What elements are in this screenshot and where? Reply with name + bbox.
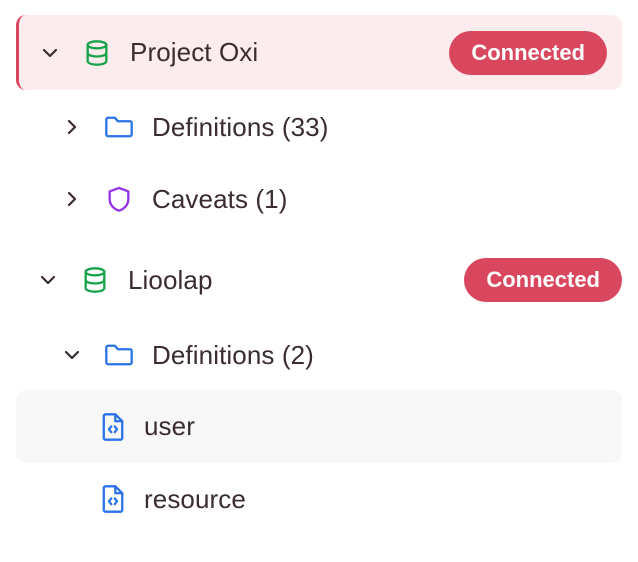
user-label: user — [144, 411, 195, 441]
tree-node-definitions-project-oxi[interactable]: Definitions (33) — [60, 108, 328, 146]
database-icon — [80, 265, 110, 295]
tree-node-resource[interactable]: resource — [16, 480, 246, 518]
tree-node-project-oxi[interactable]: Project Oxi Connected — [16, 15, 622, 90]
folder-icon — [104, 112, 134, 142]
chevron-down-icon[interactable] — [36, 268, 60, 292]
status-badge: Connected — [464, 258, 622, 302]
status-badge: Connected — [449, 30, 607, 75]
chevron-right-icon[interactable] — [60, 115, 84, 139]
folder-icon — [104, 340, 134, 370]
resource-label: resource — [144, 483, 246, 514]
chevron-right-icon[interactable] — [60, 187, 84, 211]
caveats-label: Caveats (1) — [152, 183, 288, 214]
file-code-icon — [98, 412, 128, 442]
database-icon — [82, 38, 112, 68]
definitions-label: Definitions (33) — [152, 111, 329, 142]
tree-node-definitions-lioolap[interactable]: Definitions (2) — [60, 336, 314, 374]
shield-icon — [104, 184, 134, 214]
definitions-label: Definitions (2) — [152, 339, 314, 370]
project-oxi-label: Project Oxi — [130, 37, 259, 67]
lioolap-label: Lioolap — [128, 264, 213, 295]
chevron-down-icon[interactable] — [38, 41, 62, 65]
tree-node-user[interactable]: user — [16, 390, 622, 463]
tree-node-caveats[interactable]: Caveats (1) — [60, 180, 287, 218]
chevron-down-icon[interactable] — [60, 343, 84, 367]
file-code-icon — [98, 484, 128, 514]
tree-node-lioolap[interactable]: Lioolap Connected — [36, 258, 622, 302]
